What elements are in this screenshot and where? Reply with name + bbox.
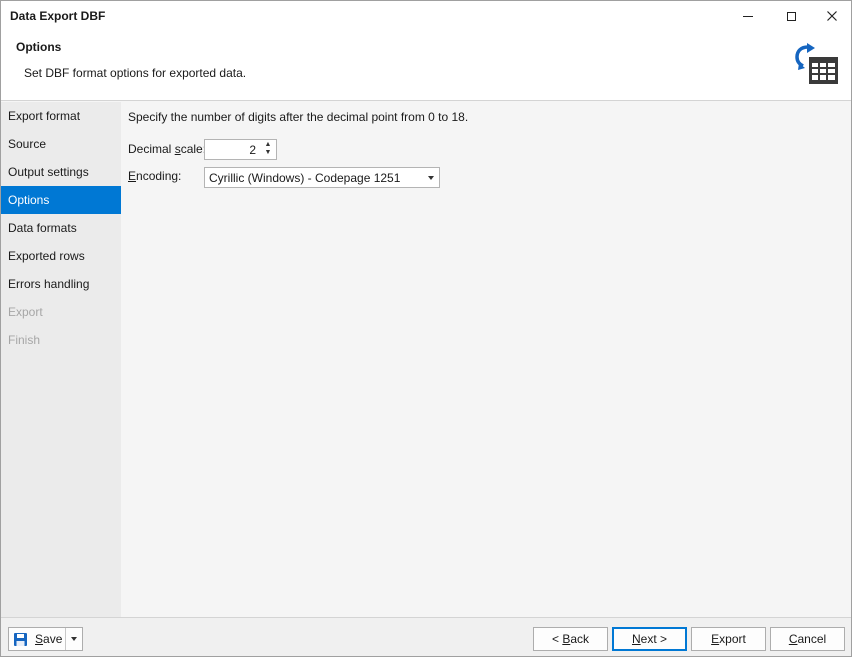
wizard-footer: Save < Back Next > Export Cancel (1, 617, 851, 656)
window-title: Data Export DBF (10, 9, 106, 23)
sidebar-item-options[interactable]: Options (1, 186, 121, 214)
save-split-button: Save (8, 627, 83, 651)
cancel-button[interactable]: Cancel (770, 627, 845, 651)
sidebar-item-data-formats[interactable]: Data formats (1, 214, 121, 242)
decimal-scale-value: 2 (249, 143, 256, 157)
back-button[interactable]: < Back (533, 627, 608, 651)
save-button[interactable]: Save (9, 628, 65, 650)
close-button[interactable] (812, 1, 852, 31)
floppy-disk-icon (14, 632, 27, 646)
sidebar-item-export: Export (8, 305, 43, 319)
options-panel: Specify the number of digits after the d… (121, 102, 851, 617)
spin-down-icon[interactable]: ▼ (262, 149, 274, 157)
page-description: Set DBF format options for exported data… (24, 66, 247, 80)
spinner-arrows[interactable]: ▲ ▼ (262, 141, 274, 158)
encoding-dropdown[interactable]: Cyrillic (Windows) - Codepage 1251 (204, 167, 440, 188)
maximize-button[interactable] (771, 1, 811, 31)
page-title: Options (16, 40, 62, 54)
sidebar-item-export-format[interactable]: Export format (1, 102, 121, 130)
encoding-label: Encoding: (128, 169, 182, 183)
export-table-icon (795, 43, 838, 84)
chevron-down-icon (428, 176, 434, 180)
sidebar-item-exported-rows[interactable]: Exported rows (1, 242, 121, 270)
wizard-header: Options Set DBF format options for expor… (1, 31, 851, 101)
close-icon (827, 11, 837, 21)
sidebar-item-output-settings[interactable]: Output settings (1, 158, 121, 186)
spin-up-icon[interactable]: ▲ (262, 141, 274, 149)
export-button[interactable]: Export (691, 627, 766, 651)
next-button[interactable]: Next > (612, 627, 687, 651)
save-button-label: Save (35, 632, 63, 646)
decimal-scale-label: Decimal scale: (128, 142, 207, 156)
sidebar-item-errors-handling[interactable]: Errors handling (1, 270, 121, 298)
decimal-scale-spinner[interactable]: 2 ▲ ▼ (204, 139, 277, 160)
wizard-steps-sidebar: Export format Source Output settings Opt… (1, 102, 121, 617)
maximize-icon (786, 11, 796, 21)
chevron-down-icon (71, 637, 77, 641)
sidebar-item-source[interactable]: Source (1, 130, 121, 158)
sidebar-item-finish: Finish (8, 333, 41, 347)
data-export-dbf-window: Data Export DBF Options Set DBF format o… (0, 0, 852, 657)
save-dropdown-button[interactable] (65, 628, 82, 650)
minimize-icon (743, 15, 753, 17)
decimal-hint-text: Specify the number of digits after the d… (128, 110, 469, 124)
encoding-selected-value: Cyrillic (Windows) - Codepage 1251 (209, 171, 401, 185)
minimize-button[interactable] (728, 1, 768, 31)
title-bar: Data Export DBF (1, 1, 851, 31)
